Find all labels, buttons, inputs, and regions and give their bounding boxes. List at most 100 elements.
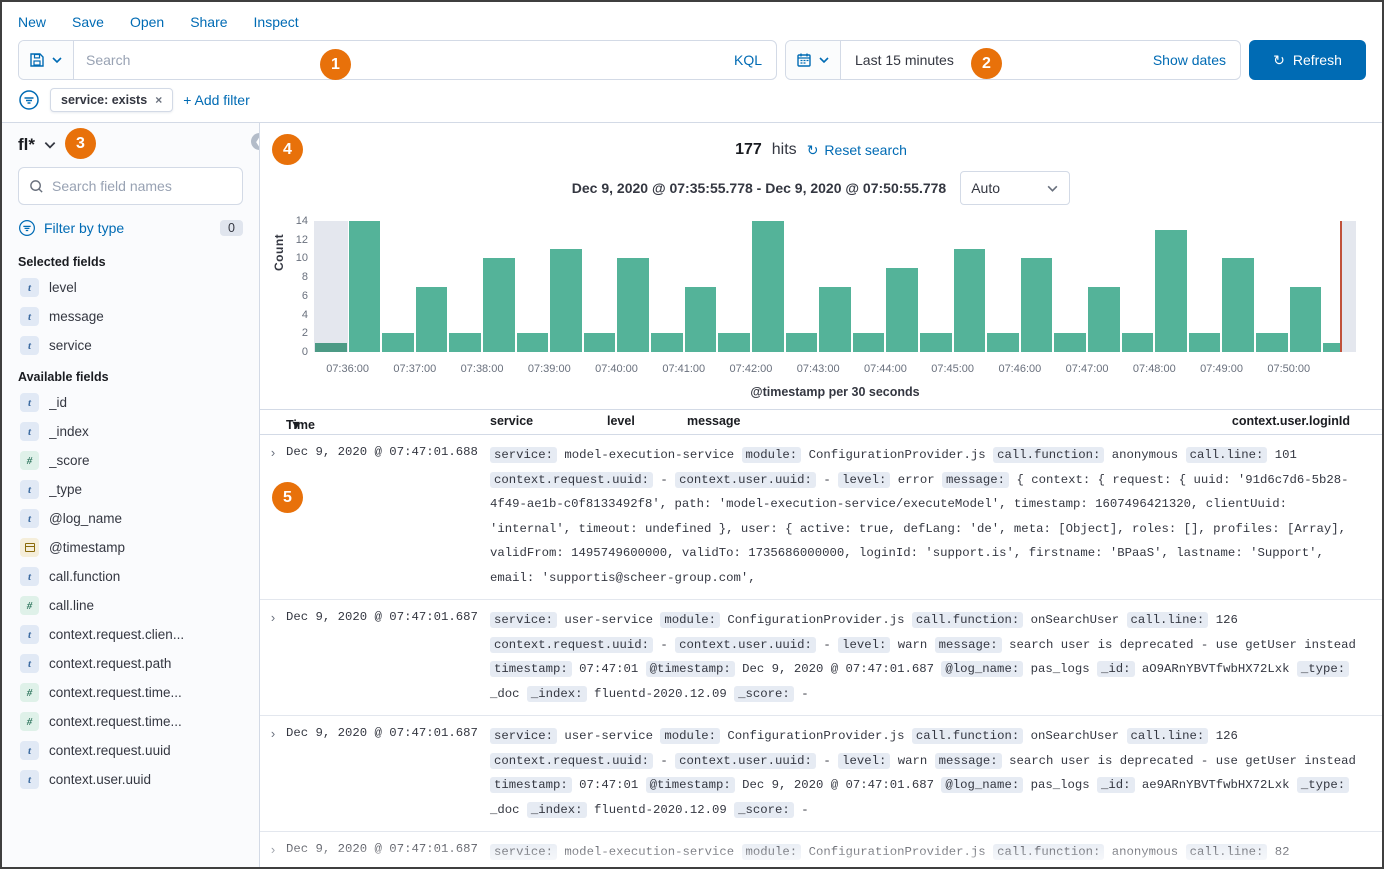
partial-bucket-overlay: [1341, 221, 1356, 352]
menu-item-save[interactable]: Save: [72, 14, 104, 30]
histogram-bucket[interactable]: [919, 221, 953, 352]
field-search-placeholder: Search field names: [52, 178, 172, 194]
expand-row-icon[interactable]: ›: [260, 443, 286, 590]
field-item-call.line[interactable]: #call.line: [18, 591, 243, 620]
field-item-context.request.path[interactable]: tcontext.request.path: [18, 649, 243, 678]
field-name: context.user.uuid: [49, 772, 151, 787]
fields-sidebar: ❮ fl* Search field names Filter by type …: [2, 123, 260, 868]
histogram-bucket[interactable]: [986, 221, 1020, 352]
save-icon: [29, 52, 45, 68]
histogram-bucket[interactable]: [1322, 221, 1356, 352]
chevron-down-icon: [51, 54, 63, 66]
date-quick-menu-button[interactable]: [786, 41, 841, 79]
histogram-bucket[interactable]: [616, 221, 650, 352]
histogram-bucket[interactable]: [1154, 221, 1188, 352]
column-header-loginid[interactable]: context.user.loginId: [1232, 414, 1350, 428]
histogram-bars[interactable]: [314, 221, 1356, 352]
histogram-bucket[interactable]: [448, 221, 482, 352]
expand-row-icon[interactable]: ›: [260, 724, 286, 822]
hits-histogram[interactable]: Count 02468101214 07:36:0007:37:0007:38:…: [270, 215, 1356, 401]
filter-icon[interactable]: [18, 89, 40, 111]
x-tick-label: 07:47:00: [1066, 363, 1109, 375]
field-item-context.request.clien...[interactable]: tcontext.request.clien...: [18, 620, 243, 649]
string-field-icon: t: [20, 307, 39, 326]
field-item-message[interactable]: t message: [18, 302, 243, 331]
filter-by-type-button[interactable]: Filter by type 0: [18, 215, 243, 245]
menu-item-open[interactable]: Open: [130, 14, 164, 30]
refresh-button[interactable]: ↻ Refresh: [1249, 40, 1366, 80]
histogram-bucket[interactable]: [684, 221, 718, 352]
menu-item-share[interactable]: Share: [190, 14, 227, 30]
expand-row-icon[interactable]: ›: [260, 608, 286, 706]
field-name: @timestamp: [49, 540, 125, 555]
histogram-bucket[interactable]: [1289, 221, 1323, 352]
kql-language-button[interactable]: KQL: [720, 41, 776, 79]
column-header-level[interactable]: level: [607, 414, 635, 428]
collapse-sidebar-button[interactable]: ❮: [251, 133, 260, 150]
reset-search-button[interactable]: ↻Reset search: [807, 142, 907, 159]
field-item-_type[interactable]: t_type: [18, 475, 243, 504]
field-item-_id[interactable]: t_id: [18, 388, 243, 417]
table-row: ›Dec 9, 2020 @ 07:47:01.687service: mode…: [260, 832, 1382, 868]
saved-query-menu-button[interactable]: [19, 41, 74, 79]
histogram-bucket[interactable]: [1087, 221, 1121, 352]
histogram-bucket[interactable]: [717, 221, 751, 352]
column-header-service[interactable]: service: [490, 414, 533, 428]
histogram-bucket[interactable]: [314, 221, 348, 352]
remove-filter-icon[interactable]: ×: [155, 93, 162, 107]
add-filter-button[interactable]: + Add filter: [183, 92, 250, 108]
field-item-_score[interactable]: #_score: [18, 446, 243, 475]
histogram-bar: [315, 343, 347, 352]
field-item-context.request.time...[interactable]: #context.request.time...: [18, 678, 243, 707]
field-name-pill: context.request.uuid:: [490, 753, 653, 769]
menu-item-new[interactable]: New: [18, 14, 46, 30]
histogram-bucket[interactable]: [381, 221, 415, 352]
column-header-message[interactable]: message: [687, 414, 741, 428]
field-name: message: [49, 309, 104, 324]
histogram-bucket[interactable]: [516, 221, 550, 352]
field-name-pill: call.function:: [993, 447, 1104, 463]
string-field-icon: t: [20, 480, 39, 499]
field-item-@log_name[interactable]: t@log_name: [18, 504, 243, 533]
histogram-bucket[interactable]: [818, 221, 852, 352]
field-search-input[interactable]: Search field names: [18, 167, 243, 205]
string-field-icon: t: [20, 770, 39, 789]
field-item-_index[interactable]: t_index: [18, 417, 243, 446]
field-name-pill: context.user.uuid:: [675, 753, 816, 769]
histogram-bucket[interactable]: [1188, 221, 1222, 352]
field-item-context.request.time...[interactable]: #context.request.time...: [18, 707, 243, 736]
field-item-@timestamp[interactable]: @timestamp: [18, 533, 243, 562]
histogram-bucket[interactable]: [415, 221, 449, 352]
histogram-bucket[interactable]: [549, 221, 583, 352]
histogram-bucket[interactable]: [348, 221, 382, 352]
histogram-bucket[interactable]: [650, 221, 684, 352]
search-input[interactable]: Search: [74, 41, 720, 79]
histogram-bucket[interactable]: [953, 221, 987, 352]
field-name: context.request.clien...: [49, 627, 184, 642]
field-name-pill: _id:: [1097, 661, 1135, 677]
field-item-level[interactable]: tlevel: [18, 273, 243, 302]
histogram-bucket[interactable]: [785, 221, 819, 352]
field-item-context.user.uuid[interactable]: t context.user.uuid: [18, 765, 243, 794]
index-pattern-selector[interactable]: fl*: [18, 135, 243, 155]
histogram-bucket[interactable]: [852, 221, 886, 352]
expand-row-icon[interactable]: ›: [260, 840, 286, 868]
histogram-bucket[interactable]: [751, 221, 785, 352]
histogram-bucket[interactable]: [885, 221, 919, 352]
histogram-bucket[interactable]: [583, 221, 617, 352]
show-dates-button[interactable]: Show dates: [1153, 52, 1240, 68]
field-item-call.function[interactable]: tcall.function: [18, 562, 243, 591]
histogram-bucket[interactable]: [1255, 221, 1289, 352]
field-item-service[interactable]: tservice: [18, 331, 243, 360]
field-name-pill: module:: [742, 844, 802, 860]
histogram-bucket[interactable]: [1020, 221, 1054, 352]
menu-item-inspect[interactable]: Inspect: [254, 14, 299, 30]
histogram-bucket[interactable]: [1121, 221, 1155, 352]
histogram-bucket[interactable]: [1221, 221, 1255, 352]
field-name: call.line: [49, 598, 94, 613]
interval-select[interactable]: Auto: [960, 171, 1070, 205]
histogram-bucket[interactable]: [482, 221, 516, 352]
field-item-context.request.uuid[interactable]: tcontext.request.uuid: [18, 736, 243, 765]
histogram-bucket[interactable]: [1053, 221, 1087, 352]
filter-pill-service-exists[interactable]: service: exists ×: [50, 88, 173, 112]
